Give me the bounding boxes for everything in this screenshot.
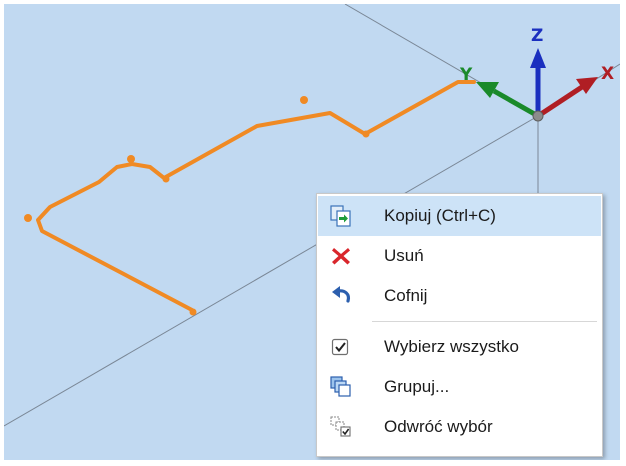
menu-item-undo[interactable]: Cofnij [318,276,601,316]
control-point[interactable] [162,175,170,183]
select-all-icon [331,338,349,356]
context-menu: Kopiuj (Ctrl+C) Usuń Cofnij Wybierz wszy… [316,193,603,457]
menu-item-delete[interactable]: Usuń [318,236,601,276]
menu-separator [372,321,597,322]
control-point[interactable] [127,155,135,163]
menu-item-invert-selection[interactable]: Odwróć wybór [318,407,601,447]
menu-item-select-all[interactable]: Wybierz wszystko [318,327,601,367]
copy-icon [330,205,351,227]
menu-item-label: Odwróć wybór [384,417,493,436]
menu-item-label: Usuń [384,246,424,265]
x-axis [536,84,584,119]
control-point[interactable] [300,96,308,104]
menu-item-copy[interactable]: Kopiuj (Ctrl+C) [318,196,601,236]
control-point[interactable] [24,214,32,222]
delete-icon [332,248,350,265]
z-axis-label: Z [531,26,543,46]
invert-selection-icon [330,416,351,437]
group-icon [330,376,351,397]
y-axis [492,88,540,119]
control-point[interactable] [362,130,370,138]
undo-icon [332,286,351,303]
3d-viewport[interactable]: Z Y X Kopiuj (Ctrl+C) Usuń Cofnij Wybier… [4,4,620,460]
menu-item-label: Wybierz wszystko [384,337,519,356]
control-point[interactable] [189,308,197,316]
gizmo-origin [532,110,544,122]
axis-gizmo[interactable]: Z Y X [459,26,614,122]
z-axis-arrow [530,48,546,68]
menu-item-label: Grupuj... [384,377,450,396]
menu-item-group[interactable]: Grupuj... [318,367,601,407]
screenshot-frame: Z Y X Kopiuj (Ctrl+C) Usuń Cofnij Wybier… [0,0,626,466]
menu-item-label: Cofnij [384,286,428,305]
menu-item-label: Kopiuj (Ctrl+C) [384,206,496,225]
y-axis-label: Y [459,65,473,85]
x-axis-label: X [601,64,614,84]
